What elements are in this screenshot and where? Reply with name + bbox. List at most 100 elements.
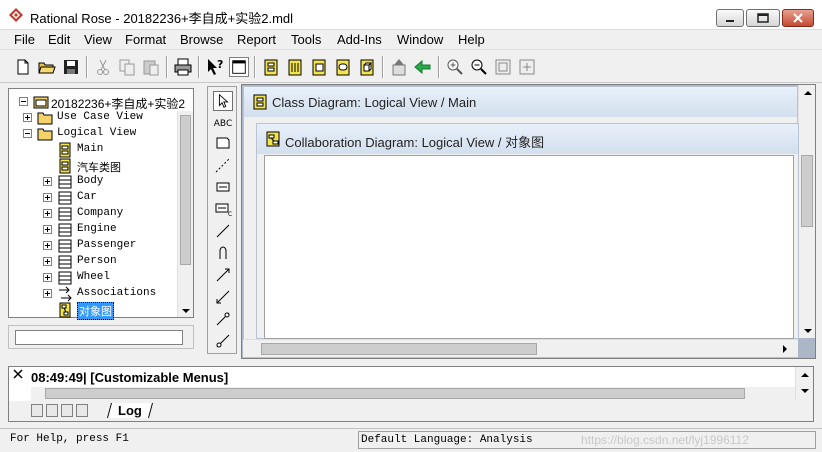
reverse-data-token-tool-icon[interactable]: [213, 331, 233, 351]
model-browser[interactable]: 20182236+李自成+实验2 Use Case View Logical Vi…: [8, 88, 194, 320]
anchor-note-tool-icon[interactable]: [213, 155, 233, 175]
browse-state-diagram-icon[interactable]: [333, 57, 353, 77]
browse-class-diagram-icon[interactable]: [261, 57, 281, 77]
tree-item-label: Main: [77, 143, 104, 155]
collapse-expander[interactable]: [19, 97, 28, 106]
svg-text:?: ?: [217, 58, 223, 71]
browse-interaction-diagram-icon[interactable]: [285, 57, 305, 77]
menu-edit[interactable]: Edit: [48, 32, 70, 47]
collapse-expander[interactable]: [23, 129, 32, 138]
expand-expander[interactable]: [43, 289, 52, 298]
expand-expander[interactable]: [43, 257, 52, 266]
status-language-panel: Default Language: Analysis https://blog.…: [358, 431, 816, 449]
expand-expander[interactable]: [43, 177, 52, 186]
browse-previous-diagram-icon[interactable]: [413, 57, 433, 77]
menu-tools[interactable]: Tools: [291, 32, 321, 47]
menu-help[interactable]: Help: [458, 32, 485, 47]
class-diagram-icon: [59, 142, 71, 158]
expand-expander[interactable]: [43, 209, 52, 218]
previous-tab-button[interactable]: [46, 404, 58, 417]
expand-expander[interactable]: [43, 225, 52, 234]
expand-expander[interactable]: [43, 273, 52, 282]
collaboration-diagram-window[interactable]: Collaboration Diagram: Logical View / 对象…: [256, 123, 799, 339]
close-button[interactable]: [782, 9, 814, 27]
browser-scroll-thumb[interactable]: [180, 115, 191, 265]
cut-icon[interactable]: [93, 57, 113, 77]
log-message: 08:49:49| [Customizable Menus]: [31, 370, 229, 385]
tree-item-label: Use Case View: [57, 111, 143, 123]
browse-deployment-diagram-icon[interactable]: [357, 57, 377, 77]
class-instance-tool-icon[interactable]: C: [213, 199, 233, 219]
scroll-up-arrow-icon[interactable]: [801, 373, 809, 377]
view-documentation-icon[interactable]: [229, 57, 249, 77]
tree-item-label: Person: [77, 255, 117, 267]
class-diagram-titlebar[interactable]: Class Diagram: Logical View / Main: [244, 87, 797, 117]
fit-in-window-icon[interactable]: [493, 57, 513, 77]
expand-expander[interactable]: [23, 113, 32, 122]
menu-report[interactable]: Report: [237, 32, 276, 47]
reverse-link-message-tool-icon[interactable]: [213, 287, 233, 307]
scroll-right-arrow-icon[interactable]: [783, 345, 787, 353]
expand-expander[interactable]: [43, 241, 52, 250]
expand-expander[interactable]: [43, 193, 52, 202]
context-help-icon[interactable]: ?: [205, 57, 225, 77]
menu-view[interactable]: View: [84, 32, 112, 47]
minimize-button[interactable]: [716, 9, 744, 27]
first-tab-button[interactable]: [31, 404, 43, 417]
data-token-tool-icon[interactable]: [213, 309, 233, 329]
menu-format[interactable]: Format: [125, 32, 166, 47]
log-vertical-scrollbar[interactable]: [795, 367, 813, 401]
new-file-icon[interactable]: [13, 57, 33, 77]
print-icon[interactable]: [173, 57, 193, 77]
close-icon[interactable]: [13, 369, 23, 379]
menu-window[interactable]: Window: [397, 32, 443, 47]
associations-icon: [59, 286, 72, 302]
scroll-down-arrow-icon[interactable]: [801, 389, 809, 393]
scroll-down-arrow-icon[interactable]: [804, 329, 812, 333]
note-tool-icon[interactable]: [213, 133, 233, 153]
collaboration-diagram-canvas[interactable]: [264, 155, 794, 339]
window-title: Rational Rose - 20182236+李自成+实验2.mdl: [30, 11, 294, 26]
scroll-down-arrow-icon[interactable]: [182, 309, 190, 313]
text-tool[interactable]: ABC: [213, 114, 233, 134]
zoom-in-icon[interactable]: [445, 57, 465, 77]
documentation-field[interactable]: [15, 330, 183, 345]
rational-rose-app-icon[interactable]: [8, 7, 24, 23]
browser-vertical-scrollbar[interactable]: [177, 111, 193, 317]
watermark-text: https://blog.csdn.net/lyj1996112: [581, 433, 749, 447]
log-hscroll-thumb[interactable]: [45, 388, 745, 399]
object-tool-icon[interactable]: [213, 177, 233, 197]
workspace-vertical-scrollbar[interactable]: [798, 85, 815, 338]
menu-browse[interactable]: Browse: [180, 32, 223, 47]
save-icon[interactable]: [61, 57, 81, 77]
workspace-scroll-thumb[interactable]: [801, 155, 813, 227]
menu-add-ins[interactable]: Add-Ins: [337, 32, 382, 47]
class-icon: [58, 255, 72, 269]
open-folder-icon[interactable]: [37, 57, 57, 77]
log-tab[interactable]: Log: [106, 403, 153, 418]
selection-tool-icon[interactable]: [213, 91, 233, 111]
browse-parent-icon[interactable]: [389, 57, 409, 77]
scroll-up-arrow-icon[interactable]: [804, 91, 812, 95]
copy-icon[interactable]: [117, 57, 137, 77]
object-link-tool-icon[interactable]: [213, 221, 233, 241]
next-tab-button[interactable]: [61, 404, 73, 417]
folder-icon: [37, 128, 53, 141]
class-icon: [58, 207, 72, 221]
paste-icon[interactable]: [141, 57, 161, 77]
zoom-out-icon[interactable]: [469, 57, 489, 77]
tree-item-label: Passenger: [77, 239, 137, 251]
log-horizontal-scrollbar[interactable]: [31, 387, 795, 401]
collaboration-diagram-titlebar[interactable]: Collaboration Diagram: Logical View / 对象…: [257, 124, 798, 154]
link-to-self-tool-icon[interactable]: [213, 243, 233, 263]
restore-button[interactable]: [746, 9, 780, 27]
browse-component-diagram-icon[interactable]: [309, 57, 329, 77]
workspace-hscroll-thumb[interactable]: [261, 343, 537, 355]
menu-file[interactable]: File: [14, 32, 35, 47]
link-message-tool-icon[interactable]: [213, 265, 233, 285]
toolbar-separator: [438, 56, 440, 78]
undo-fit-in-window-icon[interactable]: [517, 57, 537, 77]
minimize-icon: [726, 20, 734, 22]
last-tab-button[interactable]: [76, 404, 88, 417]
workspace-horizontal-scrollbar[interactable]: [243, 339, 798, 357]
